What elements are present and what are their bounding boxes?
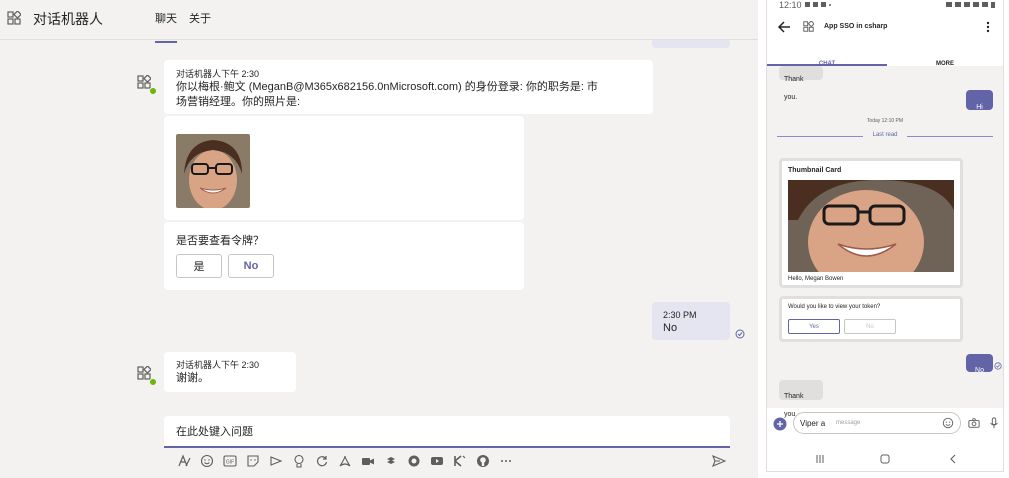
dot-icon <box>829 4 831 6</box>
yes-button[interactable]: Yes <box>788 319 840 334</box>
previous-sent-message <box>652 40 730 48</box>
chat-title: 对话机器人 <box>33 11 103 27</box>
card-title: Thumbnail Card <box>788 167 842 174</box>
bot-app-icon <box>7 11 21 25</box>
svg-text:GIF: GIF <box>225 460 233 466</box>
profile-photo <box>788 180 954 272</box>
compose-box[interactable]: 在此处键入问题 <box>164 416 730 448</box>
status-system-icons <box>946 2 995 8</box>
card-question: Would you like to view your token? <box>788 304 881 310</box>
mute-icon <box>946 2 952 7</box>
seen-check-icon <box>994 362 1002 370</box>
bot-app-icon <box>137 365 152 380</box>
github-icon[interactable] <box>473 452 492 470</box>
acrobat-icon[interactable] <box>335 452 354 470</box>
back-arrow-icon[interactable] <box>777 20 791 34</box>
approvals-icon[interactable] <box>404 452 423 470</box>
bot-avatar[interactable] <box>137 365 157 386</box>
compose-toolbar: GIF <box>174 452 515 470</box>
card-caption: Hello, Megan Bowen <box>788 276 844 282</box>
sent-message: No <box>966 354 993 374</box>
signal-icon <box>982 2 988 7</box>
message-text: 谢谢。 <box>176 372 209 384</box>
thumbnail-card: Thumbnail Card Hello, Megan Bowen <box>779 158 963 288</box>
nav-back-icon[interactable] <box>949 454 957 464</box>
camera-icon[interactable] <box>968 417 980 429</box>
card-image-section <box>164 116 524 220</box>
no-button[interactable]: No <box>228 254 274 278</box>
compose-placeholder: 在此处键入问题 <box>176 426 253 438</box>
card-question: 是否要查看令牌？ <box>176 235 264 247</box>
status-time: 12:10 <box>779 0 802 10</box>
message-sender-time: 对话机器人下午 2:30 <box>176 69 260 79</box>
sticker-icon[interactable] <box>243 452 262 470</box>
praise-icon[interactable] <box>289 452 308 470</box>
message-text: Hi <box>976 104 983 111</box>
home-icon[interactable] <box>880 454 890 464</box>
input-placeholder: message <box>836 420 861 426</box>
emoji-icon[interactable] <box>197 452 216 470</box>
microphone-icon[interactable] <box>989 417 999 429</box>
phone-message-input[interactable]: Viper a message <box>793 412 961 434</box>
meet-icon[interactable] <box>266 452 285 470</box>
youtube-icon[interactable] <box>427 452 446 470</box>
tab-about[interactable]: 关于 <box>189 10 211 41</box>
teams-icon <box>821 2 826 7</box>
send-icon[interactable] <box>709 452 728 470</box>
mobile-teams-screen: 12:10 App SSO in csharp CHAT MORE Thank … <box>766 0 1004 472</box>
emoji-icon[interactable] <box>942 417 954 429</box>
chat-header: 对话机器人 聊天 关于 <box>0 0 758 43</box>
message-text: No <box>975 367 984 374</box>
wifi-icon <box>964 2 970 7</box>
bot-app-icon <box>803 21 814 32</box>
seen-check-icon <box>735 329 745 339</box>
battery-icon <box>991 2 995 8</box>
more-vertical-icon[interactable] <box>985 21 991 33</box>
phone-conversation: Thank you. Hi Today 12:10 PM Last read T… <box>767 66 1003 418</box>
message-icon <box>813 2 818 7</box>
more-icon[interactable] <box>496 452 515 470</box>
bot-avatar[interactable] <box>137 74 157 95</box>
yes-button[interactable]: 是 <box>176 254 222 278</box>
no-button[interactable]: No <box>844 319 896 334</box>
signal-icon <box>973 2 979 7</box>
online-status-dot <box>149 87 157 95</box>
add-icon[interactable] <box>773 417 787 431</box>
message-timestamp: Today 12:10 PM <box>866 118 904 124</box>
sent-text: No <box>663 322 678 334</box>
bot-message: 对话机器人下午 2:30 你以梅根·鲍文 (MeganB@M365x682156… <box>164 60 653 114</box>
question-card: Would you like to view your token? Yes N… <box>779 296 963 342</box>
alarm-icon <box>955 2 961 7</box>
gif-icon[interactable]: GIF <box>220 452 239 470</box>
message-text: 你以梅根·鲍文 (MeganB@M365x682156.0nMicrosoft.… <box>176 81 598 108</box>
adaptive-card: 是否要查看令牌？ 是 No <box>164 116 524 290</box>
message-text: Thank you. <box>784 76 804 101</box>
online-status-dot <box>149 378 157 386</box>
bot-message: Thank you. <box>779 380 823 418</box>
bot-app-icon <box>137 74 152 89</box>
message-sender-time: 对话机器人下午 2:30 <box>176 360 260 370</box>
sent-message: 2:30 PM No <box>652 302 730 340</box>
phone-tab-chat[interactable]: CHAT <box>767 44 887 67</box>
sent-message: Hi <box>966 90 993 111</box>
phone-chat-title: App SSO in csharp <box>824 23 888 30</box>
loop-icon[interactable] <box>312 452 331 470</box>
tab-chat[interactable]: 聊天 <box>155 10 177 43</box>
klout-icon[interactable] <box>450 452 469 470</box>
status-notification-icons <box>805 2 831 7</box>
typed-text: Viper a <box>800 419 826 428</box>
bot-message: 对话机器人下午 2:30 谢谢。 <box>164 352 296 392</box>
last-read-label: Last read <box>863 132 907 138</box>
bot-message: Thank you. <box>779 66 823 101</box>
stream-icon[interactable] <box>381 452 400 470</box>
sync-icon <box>805 2 810 7</box>
desktop-teams-window: 对话机器人 聊天 关于 对话机器人下午 2:30 你以梅根·鲍文 (MeganB… <box>0 0 758 478</box>
phone-tab-more[interactable]: MORE <box>887 44 1003 67</box>
profile-photo <box>176 134 250 208</box>
format-icon[interactable] <box>174 452 193 470</box>
sent-time: 2:30 PM <box>663 310 697 320</box>
video-icon[interactable] <box>358 452 377 470</box>
card-question-section: 是否要查看令牌？ 是 No <box>164 222 524 290</box>
recent-apps-icon[interactable] <box>815 454 825 464</box>
